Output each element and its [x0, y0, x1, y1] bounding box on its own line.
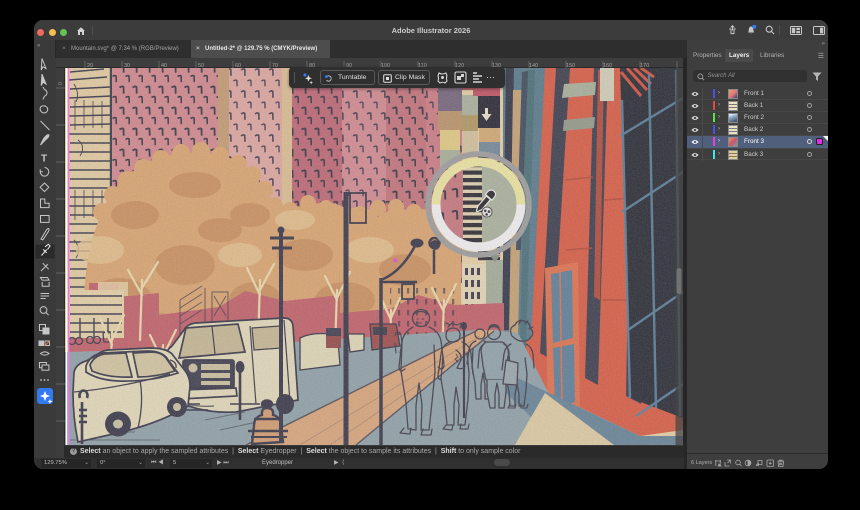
svg-text:0: 0	[58, 82, 64, 85]
svg-text:T: T	[41, 154, 47, 165]
